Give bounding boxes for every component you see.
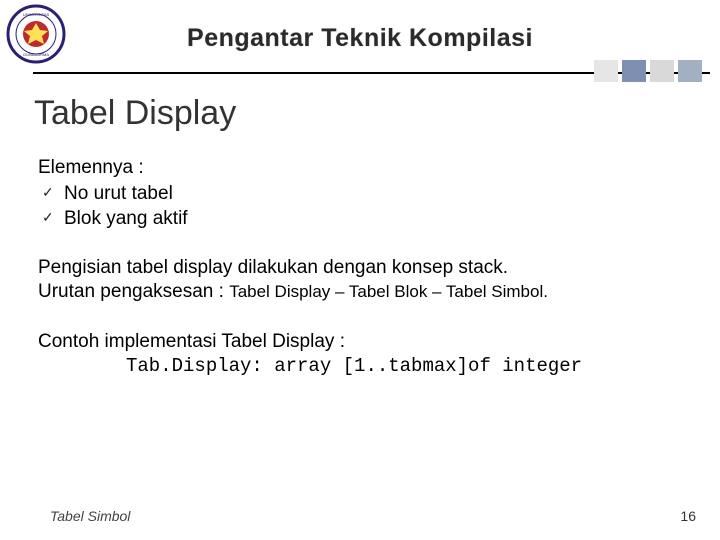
svg-text:UNIVERSITAS: UNIVERSITAS [23,12,50,17]
impl-heading: Contoh implementasi Tabel Display : [38,330,690,354]
text-tail: Tabel Display – Tabel Blok – Tabel Simbo… [229,282,548,301]
slide-title: Tabel Display [34,94,236,133]
slide-header: UNIVERSITAS GUNADARMA Pengantar Teknik K… [0,0,720,75]
list-item: Blok yang aktif [38,207,690,231]
slide-body: Elemennya : No urut tabel Blok yang akti… [38,156,690,378]
decorative-bars [594,60,702,82]
elements-list: No urut tabel Blok yang aktif [38,182,690,231]
paragraph-stack: Pengisian tabel display dilakukan dengan… [38,256,690,304]
text-line: Pengisian tabel display dilakukan dengan… [38,256,690,280]
code-example: Tab.Display: array [1..tabmax]of integer [38,355,690,379]
text-lead: Urutan pengaksesan : [38,281,229,302]
footer-topic: Tabel Simbol [50,508,130,524]
course-title: Pengantar Teknik Kompilasi [0,24,720,53]
elements-heading: Elemennya : [38,156,690,180]
list-item: No urut tabel [38,182,690,206]
page-number: 16 [680,508,696,524]
text-line: Urutan pengaksesan : Tabel Display – Tab… [38,280,690,304]
